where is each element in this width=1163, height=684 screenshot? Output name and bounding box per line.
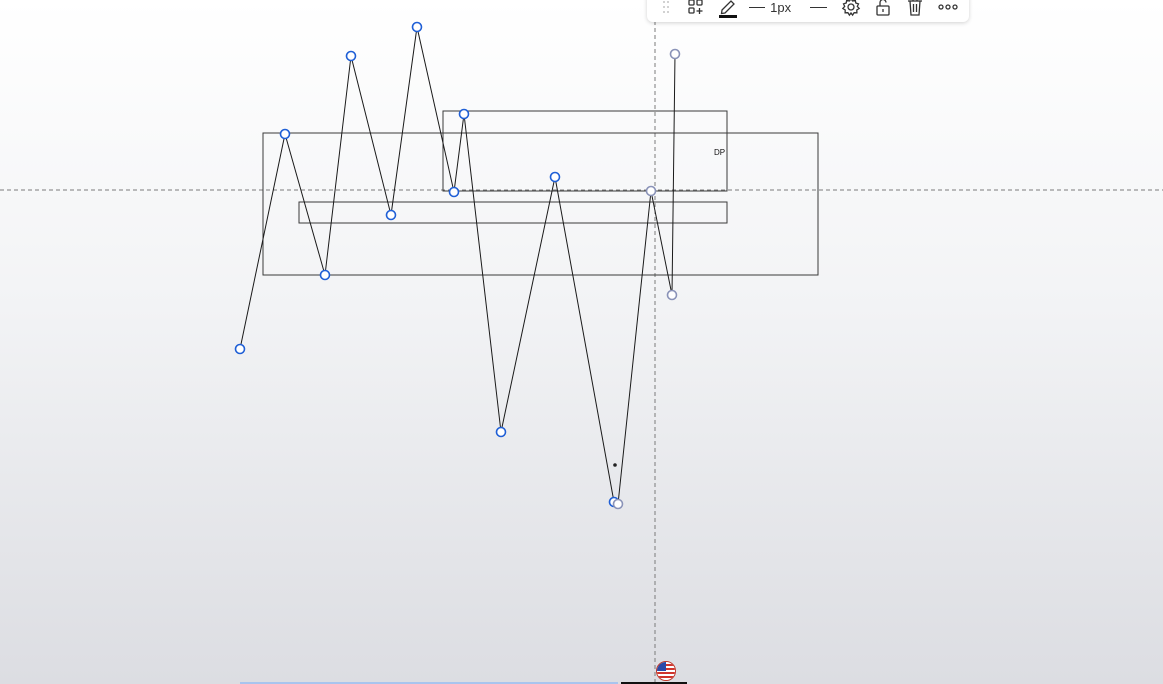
zigzag-handle[interactable] — [234, 343, 246, 355]
line-style-sample — [809, 6, 827, 8]
drawing-toolbar: 1px — [647, 0, 969, 22]
us-flag-icon[interactable] — [656, 661, 676, 681]
line-width-button[interactable]: 1px — [749, 0, 791, 21]
zigzag-handle[interactable] — [448, 186, 460, 198]
chart-canvas[interactable]: DP — [0, 0, 1163, 684]
line-color-button[interactable] — [717, 0, 739, 21]
rectangle-drawing-upper[interactable] — [442, 110, 728, 192]
gear-icon — [841, 0, 860, 17]
zigzag-handles — [234, 21, 681, 510]
line-width-label: 1px — [770, 0, 792, 15]
add-template-button[interactable] — [684, 0, 706, 21]
zigzag-handle[interactable] — [411, 21, 423, 33]
more-button[interactable] — [937, 0, 959, 21]
cursor-dot — [613, 463, 617, 467]
line-width-sample — [749, 6, 766, 8]
more-dots-icon — [938, 4, 958, 10]
zigzag-handle[interactable] — [495, 426, 507, 438]
unlock-icon — [876, 0, 890, 16]
zigzag-handle[interactable] — [666, 289, 678, 301]
line-style-button[interactable] — [807, 0, 829, 21]
zigzag-handle[interactable] — [279, 128, 291, 140]
zigzag-handle[interactable] — [612, 498, 624, 510]
zigzag-handle[interactable] — [345, 50, 357, 62]
delete-button[interactable] — [904, 0, 926, 21]
trash-icon — [908, 0, 923, 16]
zigzag-handle[interactable] — [385, 209, 397, 221]
zigzag-handle[interactable] — [549, 171, 561, 183]
grid-plus-icon — [687, 0, 703, 14]
zigzag-handle[interactable] — [458, 108, 470, 120]
rectangle-drawing-large[interactable] — [262, 132, 819, 276]
toolbar-drag-handle[interactable] — [661, 0, 670, 21]
pencil-icon — [718, 0, 737, 18]
drag-dots-icon — [662, 1, 669, 13]
lock-button[interactable] — [872, 0, 894, 21]
rectangle-label: DP — [714, 148, 725, 157]
settings-button[interactable] — [839, 0, 861, 21]
rectangle-drawing-thin[interactable] — [298, 201, 728, 224]
zigzag-handle[interactable] — [645, 185, 657, 197]
zigzag-handle[interactable] — [669, 48, 681, 60]
zigzag-handle[interactable] — [319, 269, 331, 281]
zigzag-pattern-line[interactable] — [239, 26, 676, 505]
drawing-layer[interactable]: DP — [0, 0, 1163, 684]
